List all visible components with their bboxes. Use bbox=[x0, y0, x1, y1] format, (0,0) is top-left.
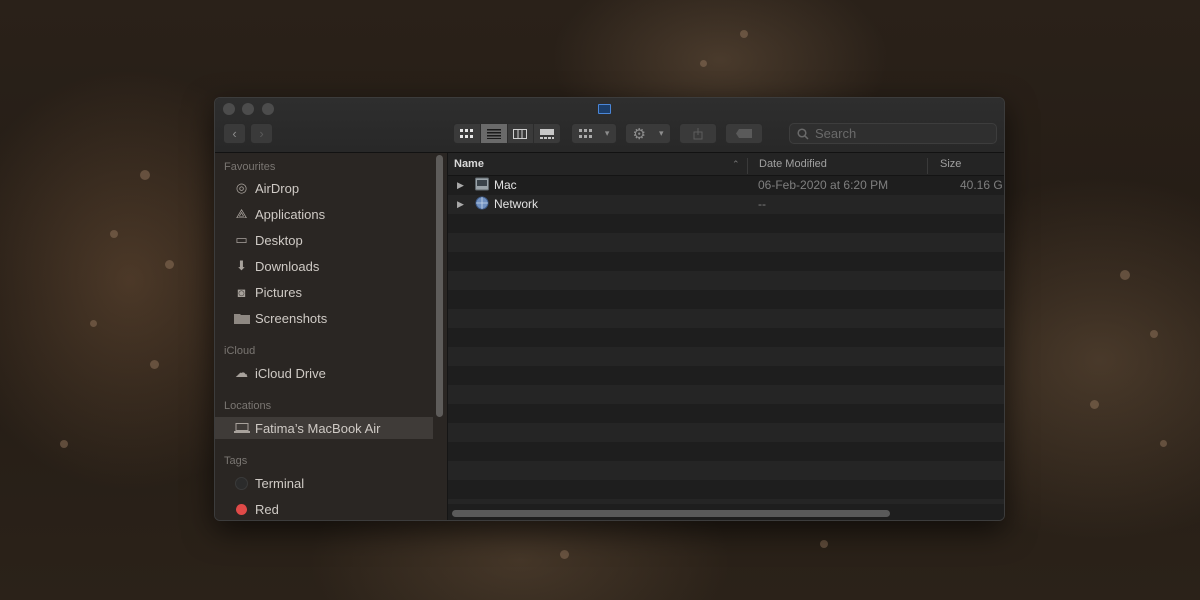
minimize-button[interactable] bbox=[242, 103, 254, 115]
sidebar-item-label: Screenshots bbox=[255, 310, 328, 326]
table-row[interactable]: ▶ Network -- bbox=[448, 195, 1004, 214]
sidebar-item-screenshots[interactable]: Screenshots bbox=[233, 307, 327, 329]
gallery-icon bbox=[540, 128, 555, 139]
icon-view-button[interactable] bbox=[454, 124, 481, 143]
horizontal-scrollbar[interactable] bbox=[452, 510, 890, 517]
sidebar-item-icloud-drive[interactable]: ☁ iCloud Drive bbox=[233, 362, 326, 384]
close-button[interactable] bbox=[223, 103, 235, 115]
camera-icon: ◙ bbox=[237, 284, 246, 300]
view-mode-control bbox=[453, 123, 561, 144]
column-header-name[interactable]: Name bbox=[454, 158, 484, 170]
sidebar-item-label: Pictures bbox=[255, 284, 302, 300]
search-icon bbox=[797, 127, 809, 140]
columns-icon bbox=[513, 128, 528, 139]
file-name: Network bbox=[494, 197, 539, 211]
hard-drive-icon bbox=[475, 177, 489, 194]
column-view-button[interactable] bbox=[507, 124, 535, 143]
sidebar-item-label: Terminal bbox=[255, 475, 305, 491]
folder-icon bbox=[233, 311, 250, 325]
sidebar-item-label: Desktop bbox=[255, 232, 303, 248]
list-icon bbox=[486, 128, 501, 139]
applications-icon: ⟁ bbox=[235, 206, 248, 221]
sidebar-item-label: iCloud Drive bbox=[255, 365, 326, 381]
network-globe-icon bbox=[475, 196, 489, 213]
sidebar-item-airdrop[interactable]: ◎ AirDrop bbox=[233, 177, 299, 199]
sidebar-item-label: Downloads bbox=[255, 258, 320, 274]
group-by-button[interactable]: ▾ bbox=[571, 123, 617, 144]
disclosure-triangle-icon[interactable]: ▶ bbox=[457, 199, 464, 210]
sidebar-item-label: AirDrop bbox=[255, 180, 300, 196]
sidebar-item-macbook-air[interactable]: Fatima’s MacBook Air bbox=[215, 417, 433, 439]
gear-icon: ⚙ bbox=[632, 125, 646, 143]
cloud-icon: ☁ bbox=[235, 365, 248, 380]
search-placeholder: Search bbox=[815, 126, 857, 141]
column-header-size[interactable]: Size bbox=[940, 158, 961, 170]
sidebar-heading-locations: Locations bbox=[224, 400, 272, 412]
sidebar-heading-tags: Tags bbox=[224, 455, 248, 467]
computer-icon bbox=[598, 104, 611, 114]
tag-dot-icon bbox=[236, 503, 247, 515]
sidebar-item-desktop[interactable]: ▭ Desktop bbox=[233, 229, 303, 251]
edit-tags-button[interactable] bbox=[725, 123, 763, 144]
file-date: 06-Feb-2020 at 6:20 PM bbox=[758, 178, 889, 192]
column-header: Name ⌃ Date Modified Size bbox=[448, 153, 1004, 176]
file-rows: ▶ Mac 06-Feb-2020 at 6:20 PM 40.16 G ▶ N… bbox=[448, 176, 1004, 504]
list-view-button[interactable] bbox=[480, 124, 508, 143]
column-header-date-modified[interactable]: Date Modified bbox=[759, 158, 827, 170]
sidebar-item-pictures[interactable]: ◙ Pictures bbox=[233, 281, 302, 303]
group-grid-icon bbox=[578, 129, 592, 138]
share-button[interactable] bbox=[679, 123, 717, 144]
sidebar-item-label: Applications bbox=[255, 206, 326, 222]
file-name: Mac bbox=[494, 178, 517, 192]
table-row[interactable]: ▶ Mac 06-Feb-2020 at 6:20 PM 40.16 G bbox=[448, 176, 1004, 195]
finder-window: ‹ › ▾ ⚙ ▾ Search Favourites ◎ AirDrop ⟁ … bbox=[214, 97, 1005, 521]
desktop-icon: ▭ bbox=[235, 232, 248, 247]
file-list: Name ⌃ Date Modified Size ▶ Mac 06-Feb-2… bbox=[448, 153, 1004, 520]
chevron-down-icon: ▾ bbox=[658, 128, 664, 138]
disclosure-triangle-icon[interactable]: ▶ bbox=[457, 180, 464, 191]
toolbar: ‹ › ▾ ⚙ ▾ Search bbox=[215, 98, 1004, 153]
sort-chevron-up-icon: ⌃ bbox=[732, 159, 740, 169]
gallery-view-button[interactable] bbox=[534, 124, 560, 143]
sidebar-heading-icloud: iCloud bbox=[224, 345, 256, 357]
zoom-button[interactable] bbox=[262, 103, 274, 115]
sidebar-scrollbar[interactable] bbox=[436, 155, 443, 417]
back-button[interactable]: ‹ bbox=[223, 123, 246, 144]
sidebar-item-applications[interactable]: ⟁ Applications bbox=[233, 203, 325, 225]
action-button[interactable]: ⚙ ▾ bbox=[625, 123, 671, 144]
forward-button[interactable]: › bbox=[250, 123, 273, 144]
sidebar: Favourites ◎ AirDrop ⟁ Applications ▭ De… bbox=[215, 153, 448, 520]
sidebar-item-tag-terminal[interactable]: Terminal bbox=[233, 472, 304, 494]
grid-icon bbox=[460, 129, 474, 138]
chevron-left-icon: ‹ bbox=[232, 126, 237, 141]
sidebar-item-label: Red bbox=[255, 501, 279, 517]
share-icon bbox=[693, 127, 703, 139]
sidebar-item-tag-red[interactable]: Red bbox=[233, 498, 279, 520]
file-size: 40.16 G bbox=[960, 178, 1003, 192]
downloads-icon: ⬇ bbox=[236, 258, 247, 273]
search-field[interactable]: Search bbox=[789, 123, 997, 144]
airdrop-icon: ◎ bbox=[235, 180, 248, 195]
tag-dot-icon bbox=[235, 476, 248, 490]
file-date: -- bbox=[758, 197, 766, 211]
chevron-right-icon: › bbox=[259, 126, 264, 141]
sidebar-item-label: Fatima’s MacBook Air bbox=[255, 420, 381, 436]
sidebar-heading-favourites: Favourites bbox=[224, 161, 276, 173]
sidebar-item-downloads[interactable]: ⬇ Downloads bbox=[233, 255, 319, 277]
chevron-down-icon: ▾ bbox=[604, 128, 610, 138]
tag-icon bbox=[736, 129, 752, 138]
laptop-icon bbox=[233, 421, 250, 435]
